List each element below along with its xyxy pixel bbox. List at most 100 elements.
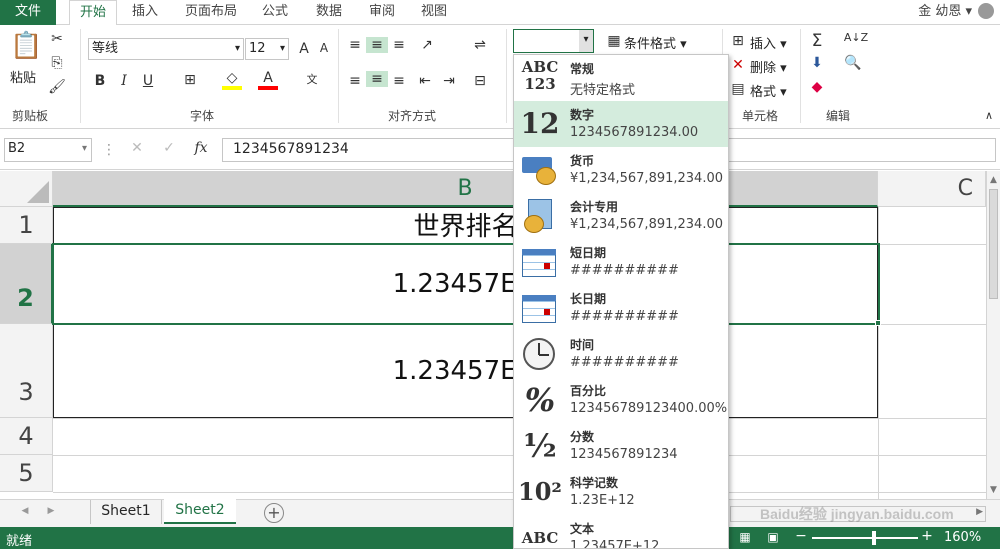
normal-view-icon[interactable]: ▦	[738, 530, 752, 544]
row-header-3[interactable]: 3	[0, 324, 53, 418]
bold-icon[interactable]: B	[92, 73, 108, 89]
vertical-scrollbar[interactable]: ▲ ▼	[986, 171, 1000, 499]
format-option-text[interactable]: ABC 文本 1.23457E+12	[514, 515, 728, 548]
tab-insert[interactable]: 插入	[124, 0, 166, 25]
tab-file[interactable]: 文件	[0, 0, 56, 25]
avatar[interactable]	[978, 3, 994, 19]
collapse-ribbon-icon[interactable]: ∧	[982, 109, 996, 122]
phonetic-icon[interactable]: 文	[302, 71, 322, 87]
row-header-2[interactable]: 2	[0, 244, 53, 324]
add-sheet-icon[interactable]: +	[264, 503, 284, 523]
italic-icon[interactable]: I	[116, 73, 132, 89]
scientific-icon: 10²	[518, 477, 562, 506]
increase-font-icon[interactable]: A	[296, 41, 312, 57]
ribbon: 📋 粘贴 ✂ ⎘ 🖌 剪贴板 等线 ▾ 12 ▾ A A B I U ⊞ ◇ A 文…	[0, 25, 1000, 129]
resize-handle-icon[interactable]: ⋮	[102, 142, 116, 158]
column-header-c[interactable]: C	[878, 171, 986, 207]
format-option-percentage[interactable]: % 百分比 123456789123400.00%	[514, 377, 728, 423]
format-option-fraction[interactable]: ½ 分数 1234567891234	[514, 423, 728, 469]
center-align-icon[interactable]: ≡	[366, 71, 388, 87]
format-option-currency[interactable]: 货币 ¥1,234,567,891,234.00	[514, 147, 728, 193]
format-option-long-date[interactable]: 长日期 ##########	[514, 285, 728, 331]
font-size-select[interactable]: 12 ▾	[245, 38, 289, 60]
copy-icon[interactable]: ⎘	[48, 55, 66, 71]
format-option-accounting[interactable]: 会计专用 ¥1,234,567,891,234.00	[514, 193, 728, 239]
paste-icon[interactable]: 📋	[10, 31, 42, 65]
page-layout-view-icon[interactable]: ▣	[766, 530, 780, 544]
conditional-format-icon[interactable]: ▦	[606, 33, 622, 49]
number-format-select[interactable]: ▾	[513, 29, 594, 53]
cell-b3[interactable]: 1.23457E+	[53, 324, 878, 418]
insert-function-icon[interactable]: fx	[190, 140, 212, 156]
name-box[interactable]: B2 ▾	[4, 138, 92, 162]
cell-b1[interactable]: 世界排名	[53, 207, 878, 244]
row-header-1[interactable]: 1	[0, 207, 53, 244]
tab-view[interactable]: 视图	[413, 0, 455, 25]
cut-icon[interactable]: ✂	[48, 31, 66, 47]
user-name[interactable]: 金 幼恩 ▾	[918, 0, 972, 24]
left-align-icon[interactable]: ≡	[346, 73, 364, 89]
row-header-5[interactable]: 5	[0, 455, 53, 492]
format-option-general[interactable]: ABC 123 常规 无特定格式	[514, 55, 728, 101]
format-painter-icon[interactable]: 🖌	[48, 79, 66, 95]
select-all-corner[interactable]	[0, 171, 53, 207]
underline-icon[interactable]: U	[140, 73, 156, 89]
fill-color-icon[interactable]: ◇	[222, 70, 242, 90]
orientation-icon[interactable]: ↗	[416, 37, 438, 53]
format-cells-button[interactable]: 格式 ▾	[750, 81, 787, 100]
cell-b2[interactable]: 1.23457E+	[53, 244, 878, 324]
font-name-select[interactable]: 等线 ▾	[88, 38, 244, 60]
row-header-4[interactable]: 4	[0, 418, 53, 455]
clear-icon[interactable]: ◆	[808, 79, 826, 95]
insert-cells-icon[interactable]: ⊞	[730, 33, 746, 49]
tab-formulas[interactable]: 公式	[254, 0, 296, 25]
conditional-format-button[interactable]: 条件格式 ▾	[624, 33, 687, 52]
tab-home[interactable]: 开始	[69, 0, 117, 26]
paste-button[interactable]: 粘贴	[10, 67, 36, 86]
format-option-scientific[interactable]: 10² 科学记数 1.23E+12	[514, 469, 728, 515]
format-cells-icon[interactable]: ▤	[730, 81, 746, 97]
cancel-icon[interactable]: ✕	[128, 140, 146, 156]
delete-cells-icon[interactable]: ✕	[730, 57, 746, 73]
user-name-label: 金 幼恩	[918, 4, 962, 19]
sheet-tab-sheet1[interactable]: Sheet1	[90, 500, 162, 524]
worksheet-grid[interactable]: B C 1 2 3 4 5 世界排名 1.23457E+ 1.23457E+ ▲…	[0, 171, 1000, 499]
fill-icon[interactable]: ⬇	[808, 55, 826, 71]
font-color-icon[interactable]: A	[258, 70, 278, 90]
enter-icon[interactable]: ✓	[160, 140, 178, 156]
format-option-time[interactable]: 时间 ##########	[514, 331, 728, 377]
right-align-icon[interactable]: ≡	[390, 73, 408, 89]
sort-filter-icon[interactable]: A↓Z	[842, 31, 870, 44]
percent-icon: %	[524, 381, 556, 419]
zoom-in-icon[interactable]: +	[920, 528, 934, 544]
borders-icon[interactable]: ⊞	[180, 72, 200, 88]
zoom-out-icon[interactable]: −	[794, 528, 808, 544]
format-option-number[interactable]: 12 数字 1234567891234.00	[514, 101, 728, 147]
prev-sheet-icon[interactable]: ◀	[20, 506, 30, 516]
middle-align-icon[interactable]: ≡	[366, 37, 388, 53]
zoom-level[interactable]: 160%	[944, 530, 981, 545]
tab-data[interactable]: 数据	[308, 0, 350, 25]
find-select-icon[interactable]: 🔍	[842, 55, 864, 71]
insert-cells-button[interactable]: 插入 ▾	[750, 33, 787, 52]
merge-center-icon[interactable]: ⊟	[470, 73, 490, 89]
next-sheet-icon[interactable]: ▶	[46, 506, 56, 516]
format-option-example: ##########	[570, 355, 679, 370]
format-option-name: 短日期	[570, 246, 607, 260]
zoom-slider-thumb[interactable]	[872, 531, 876, 545]
column-header-b[interactable]: B	[53, 171, 878, 207]
format-option-short-date[interactable]: 短日期 ##########	[514, 239, 728, 285]
wrap-text-icon[interactable]: ⇌	[470, 37, 490, 53]
decrease-font-icon[interactable]: A	[316, 41, 332, 55]
delete-cells-button[interactable]: 删除 ▾	[750, 57, 787, 76]
decrease-indent-icon[interactable]: ⇤	[416, 73, 434, 89]
increase-indent-icon[interactable]: ⇥	[440, 73, 458, 89]
zoom-slider[interactable]	[812, 537, 918, 539]
sheet-tab-sheet2[interactable]: Sheet2	[164, 499, 236, 524]
tab-review[interactable]: 审阅	[361, 0, 403, 25]
format-option-name: 文本	[570, 522, 595, 536]
autosum-icon[interactable]: Σ	[808, 31, 826, 51]
tab-page-layout[interactable]: 页面布局	[176, 0, 246, 25]
top-align-icon[interactable]: ≡	[346, 37, 364, 53]
bottom-align-icon[interactable]: ≡	[390, 37, 408, 53]
